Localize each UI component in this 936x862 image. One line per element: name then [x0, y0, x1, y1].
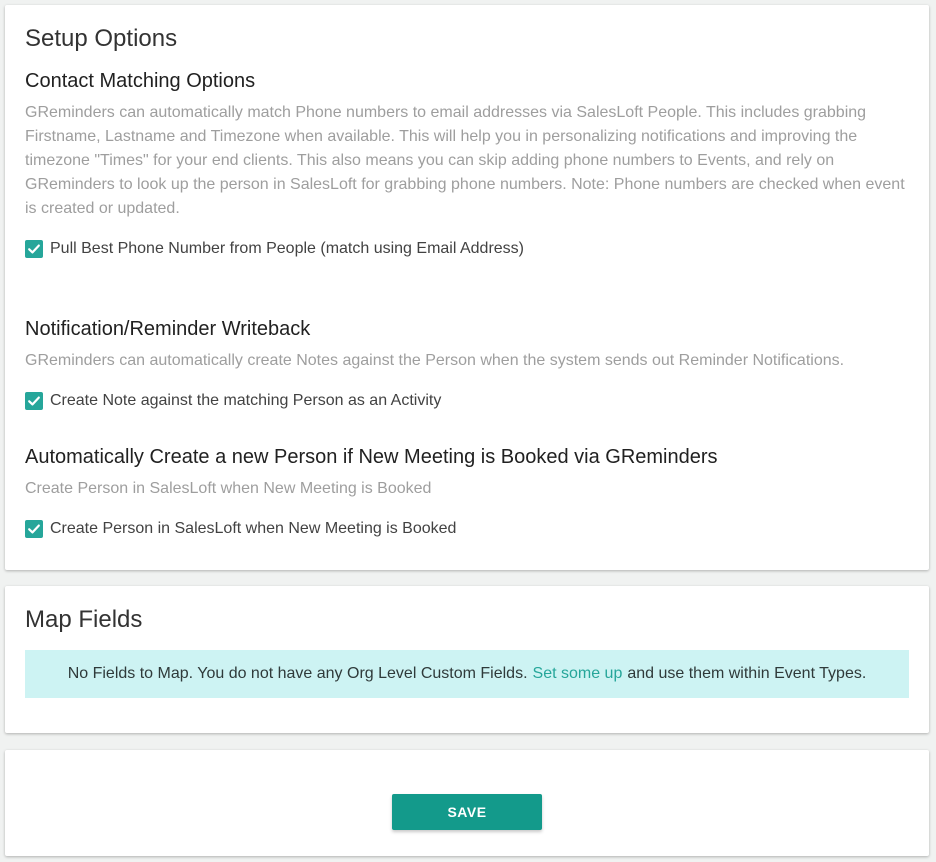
create-person-checkbox[interactable] [25, 520, 43, 538]
map-fields-card: Map Fields No Fields to Map. You do not … [5, 586, 929, 733]
create-note-checkbox[interactable] [25, 392, 43, 410]
pull-phone-checkbox-row[interactable]: Pull Best Phone Number from People (matc… [25, 237, 524, 261]
contact-matching-title: Contact Matching Options [25, 70, 256, 92]
writeback-title: Notification/Reminder Writeback [25, 318, 311, 340]
no-fields-info-box: No Fields to Map. You do not have any Or… [25, 650, 909, 698]
map-fields-title: Map Fields [25, 606, 143, 633]
create-person-label[interactable]: Create Person in SalesLoft when New Meet… [50, 520, 456, 538]
info-text-after: and use them within Event Types. [627, 665, 867, 682]
setup-options-title: Setup Options [25, 25, 178, 52]
checkmark-icon [28, 244, 40, 254]
create-person-checkbox-row[interactable]: Create Person in SalesLoft when New Meet… [25, 517, 456, 541]
save-button[interactable]: SAVE [392, 794, 542, 830]
writeback-description: GReminders can automatically create Note… [25, 352, 845, 369]
create-note-label[interactable]: Create Note against the matching Person … [50, 392, 441, 410]
auto-create-title: Automatically Create a new Person if New… [25, 446, 718, 468]
auto-create-description: Create Person in SalesLoft when New Meet… [25, 480, 432, 497]
info-text-before: No Fields to Map. You do not have any Or… [67, 665, 528, 682]
pull-phone-checkbox[interactable] [25, 240, 43, 258]
create-note-checkbox-row[interactable]: Create Note against the matching Person … [25, 389, 441, 413]
set-some-up-link[interactable]: Set some up [533, 665, 623, 683]
checkmark-icon [28, 396, 40, 406]
setup-options-card: Setup Options Contact Matching Options G… [5, 5, 929, 570]
pull-phone-label[interactable]: Pull Best Phone Number from People (matc… [50, 240, 524, 258]
checkmark-icon [28, 524, 40, 534]
contact-matching-description: GReminders can automatically match Phone… [25, 104, 905, 217]
save-card: SAVE [5, 750, 929, 856]
